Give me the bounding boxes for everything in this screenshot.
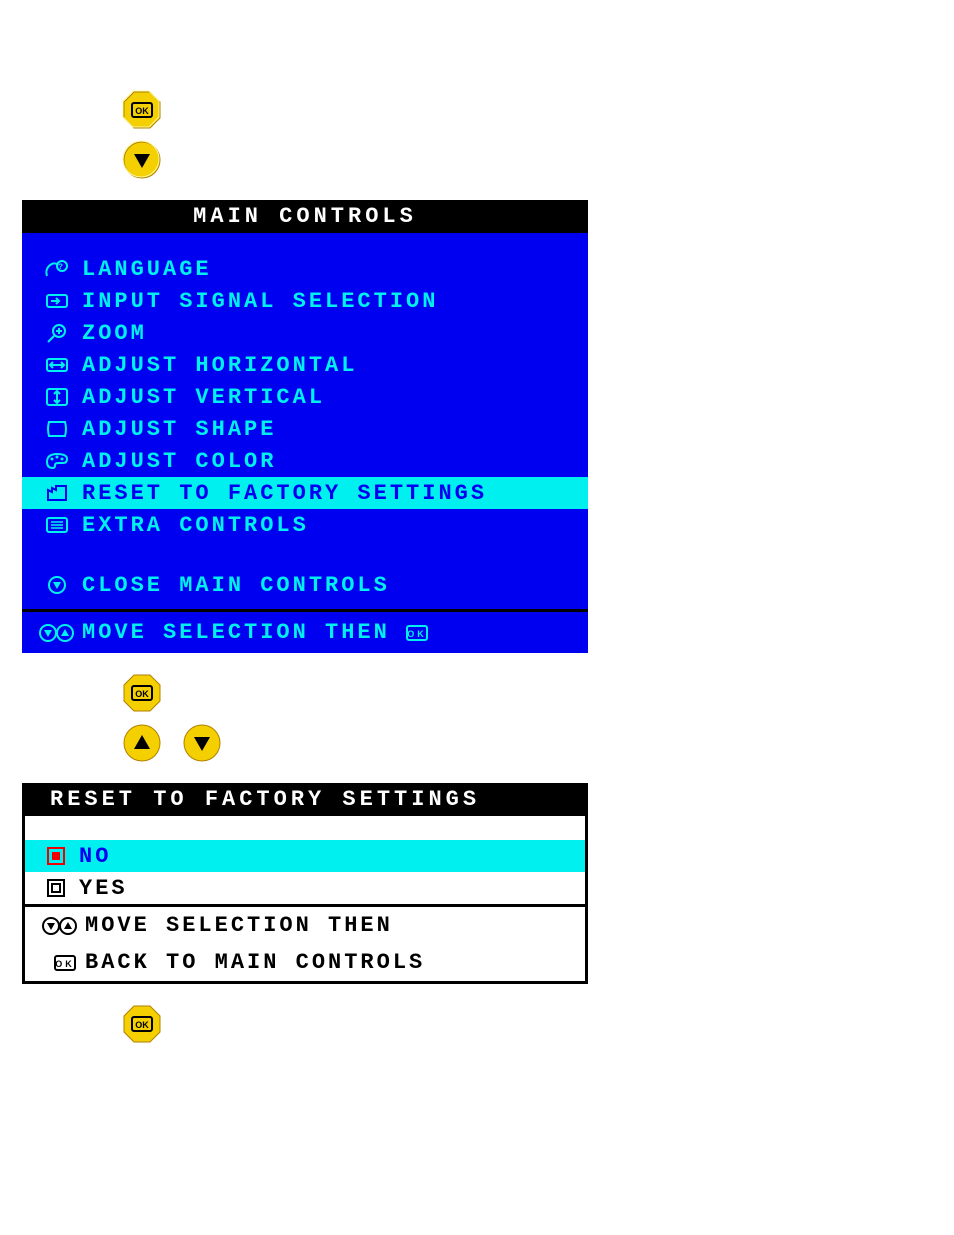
menu-item-language[interactable]: ? LANGUAGE (22, 253, 588, 285)
up-button[interactable] (122, 723, 162, 763)
vertical-icon (38, 386, 76, 408)
menu-item-adjust-vertical[interactable]: ADJUST VERTICAL (22, 381, 588, 413)
menu-label: ADJUST COLOR (82, 449, 276, 474)
menu-label: RESET TO FACTORY SETTINGS (82, 481, 487, 506)
close-icon (38, 574, 76, 596)
svg-text:OK: OK (407, 629, 427, 639)
menu-label: EXTRA CONTROLS (82, 513, 309, 538)
panel-title: MAIN CONTROLS (22, 200, 588, 233)
menu-label: ADJUST VERTICAL (82, 385, 325, 410)
menu-item-adjust-horizontal[interactable]: ADJUST HORIZONTAL (22, 349, 588, 381)
input-signal-icon (38, 290, 76, 312)
ok-button[interactable]: OK (122, 673, 162, 713)
menu-label: LANGUAGE (82, 257, 212, 282)
menu-item-zoom[interactable]: ZOOM (22, 317, 588, 349)
updown-icon (38, 622, 76, 644)
menu-item-close[interactable]: CLOSE MAIN CONTROLS (22, 569, 588, 601)
footer-label: MOVE SELECTION THEN (82, 620, 390, 645)
reset-footer-1: MOVE SELECTION THEN (25, 907, 585, 944)
menu-label: ADJUST HORIZONTAL (82, 353, 357, 378)
menu-label: CLOSE MAIN CONTROLS (82, 573, 390, 598)
svg-text:?: ? (58, 263, 66, 272)
factory-icon (38, 482, 76, 504)
svg-text:OK: OK (55, 959, 75, 969)
menu-label: INPUT SIGNAL SELECTION (82, 289, 438, 314)
reset-panel: RESET TO FACTORY SETTINGS NO YES (22, 783, 588, 984)
menu-label: ZOOM (82, 321, 147, 346)
extra-controls-icon (38, 514, 76, 536)
checkbox-icon (41, 878, 71, 898)
updown-icon (41, 915, 79, 937)
zoom-icon (38, 322, 76, 344)
menu-item-extra-controls[interactable]: EXTRA CONTROLS (22, 509, 588, 541)
main-controls-footer: MOVE SELECTION THEN OK (22, 609, 588, 653)
menu-item-reset-factory[interactable]: RESET TO FACTORY SETTINGS (22, 477, 588, 509)
panel-title: RESET TO FACTORY SETTINGS (22, 783, 588, 816)
svg-text:OK: OK (135, 689, 149, 699)
horizontal-icon (38, 354, 76, 376)
down-button[interactable] (182, 723, 222, 763)
language-icon: ? (38, 258, 76, 280)
checkbox-selected-icon (41, 846, 71, 866)
footer-label: MOVE SELECTION THEN (85, 913, 393, 938)
svg-text:OK: OK (135, 1020, 149, 1030)
reset-footer-2: OK BACK TO MAIN CONTROLS (25, 944, 585, 981)
ok-icon: OK (41, 952, 79, 974)
menu-item-input-signal[interactable]: INPUT SIGNAL SELECTION (22, 285, 588, 317)
option-no[interactable]: NO (25, 840, 585, 872)
option-yes[interactable]: YES (25, 872, 585, 904)
down-button[interactable] (122, 140, 162, 180)
menu-label: ADJUST SHAPE (82, 417, 276, 442)
ok-icon: OK (398, 622, 436, 644)
ok-button[interactable]: OK (122, 1004, 162, 1044)
option-label: YES (79, 876, 128, 901)
shape-icon (38, 418, 76, 440)
option-label: NO (79, 844, 111, 869)
main-controls-panel: MAIN CONTROLS ? LANGUAGE INPUT SIGNAL SE… (22, 200, 588, 653)
svg-text:OK: OK (135, 106, 149, 116)
footer-label: BACK TO MAIN CONTROLS (85, 950, 425, 975)
ok-button[interactable]: OK (122, 90, 162, 130)
color-icon (38, 450, 76, 472)
menu-item-adjust-color[interactable]: ADJUST COLOR (22, 445, 588, 477)
menu-item-adjust-shape[interactable]: ADJUST SHAPE (22, 413, 588, 445)
